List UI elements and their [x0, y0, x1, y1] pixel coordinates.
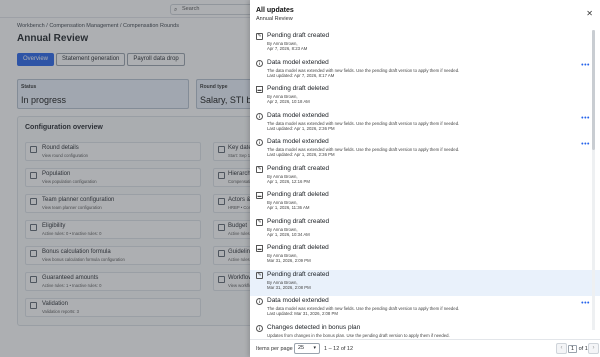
- update-timestamp: Apr 1, 2026, 11:36 AM: [267, 205, 310, 210]
- info-icon: i: [256, 298, 263, 305]
- more-options-icon[interactable]: •••: [581, 115, 590, 122]
- page-number: 1: [568, 345, 578, 353]
- update-item: ✎ Pending draft created By Anna Brown, Mar …: [250, 269, 600, 296]
- update-item: i Changes detected in bonus plan Updates f…: [250, 323, 600, 340]
- update-item: i Data model extended The data model was e…: [250, 296, 600, 323]
- update-heading: Pending draft deleted: [267, 244, 329, 251]
- update-timestamp: Apr 1, 2026, 12:16 PM: [267, 178, 310, 184]
- update-timestamp: Mar 31, 2026, 2:09 PM: [267, 258, 311, 263]
- scrollbar[interactable]: [592, 30, 595, 330]
- chevron-down-icon: ▾: [313, 345, 316, 351]
- update-heading: Data model extended: [267, 138, 329, 145]
- next-page-button[interactable]: ›: [588, 343, 599, 354]
- info-icon: i: [256, 112, 263, 120]
- update-item: ▬ Pending draft deleted By Anna Brown, Apr …: [250, 84, 600, 111]
- edit-icon: ✎: [256, 271, 263, 279]
- page-indicator: 1 of 1: [568, 345, 588, 353]
- more-options-icon[interactable]: •••: [581, 62, 590, 69]
- update-heading: Data model extended: [267, 58, 329, 66]
- update-item: ▬ Pending draft deleted By Anna Brown, Mar …: [250, 243, 600, 270]
- edit-icon: ✎: [256, 218, 263, 226]
- trash-icon: ▬: [256, 245, 263, 252]
- update-item: i Data model extended The data model was e…: [250, 137, 600, 164]
- updates-list: ✎ Pending draft created By Anna Brown, Apr …: [250, 30, 600, 339]
- update-heading: Pending draft created: [267, 217, 330, 225]
- chevron-left-icon: ‹: [560, 345, 563, 351]
- trash-icon: ▬: [256, 192, 263, 199]
- panel-title: All updates: [256, 7, 294, 14]
- items-per-page-label: Items per page: [256, 346, 293, 352]
- update-timestamp: Mar 31, 2026, 2:08 PM: [267, 284, 311, 290]
- items-per-page-select[interactable]: 25 ▾: [294, 343, 320, 354]
- update-heading: Pending draft created: [267, 164, 330, 172]
- prev-page-button[interactable]: ‹: [556, 343, 567, 354]
- update-timestamp: Last updated: Apr 1, 2026, 2:36 PM: [267, 125, 335, 131]
- item-range: 1 – 12 of 12: [324, 346, 354, 352]
- close-icon[interactable]: ✕: [586, 9, 593, 18]
- update-heading: Pending draft created: [267, 32, 330, 39]
- update-heading: Pending draft created: [267, 270, 330, 278]
- update-timestamp: Apr 2, 2026, 10:18 AM: [267, 99, 310, 104]
- page-total: of 1: [578, 346, 588, 352]
- items-per-page-value: 25: [298, 345, 305, 351]
- update-heading: Data model extended: [267, 297, 329, 304]
- update-item: i Data model extended The data model was e…: [250, 111, 600, 138]
- update-heading: Data model extended: [267, 111, 329, 119]
- chevron-right-icon: ›: [592, 345, 595, 351]
- update-heading: Pending draft deleted: [267, 191, 329, 198]
- update-timestamp: Last updated: Apr 7, 2026, 8:17 AM: [267, 72, 335, 78]
- update-timestamp: Last updated: Apr 1, 2026, 2:36 PM: [267, 152, 335, 157]
- modal-overlay[interactable]: [0, 0, 250, 357]
- info-icon: i: [256, 59, 263, 67]
- more-options-icon[interactable]: •••: [581, 300, 590, 307]
- update-timestamp: Last updated: Mar 31, 2026, 2:08 PM: [267, 311, 338, 316]
- edit-icon: ✎: [256, 165, 263, 173]
- update-item: ✎ Pending draft created By Anna Brown, Apr …: [250, 164, 600, 191]
- more-options-icon[interactable]: •••: [581, 141, 590, 148]
- update-item: i Data model extended The data model was e…: [250, 58, 600, 85]
- update-item: ✎ Pending draft created By Anna Brown, Apr …: [250, 217, 600, 244]
- info-icon: i: [256, 139, 263, 146]
- update-timestamp: Apr 1, 2026, 10:34 AM: [267, 231, 310, 237]
- update-heading: Changes detected in bonus plan: [267, 323, 361, 331]
- trash-icon: ▬: [256, 86, 263, 93]
- update-detail: Updates from changes in the bonus plan. …: [267, 332, 450, 338]
- update-item: ✎ Pending draft created By Anna Brown, Apr …: [250, 31, 600, 58]
- update-timestamp: Apr 7, 2026, 8:23 AM: [267, 46, 308, 51]
- edit-icon: ✎: [256, 33, 263, 40]
- panel-subtitle: Annual Review: [256, 16, 293, 22]
- pagination-footer: Items per page 25 ▾ 1 – 12 of 12 ‹ 1 of …: [250, 339, 600, 357]
- updates-panel: All updates Annual Review ✕ ✎ Pending dra…: [250, 0, 600, 357]
- scrollbar-thumb[interactable]: [592, 30, 595, 150]
- update-heading: Pending draft deleted: [267, 85, 329, 92]
- update-item: ▬ Pending draft deleted By Anna Brown, Apr …: [250, 190, 600, 217]
- info-icon: i: [256, 324, 263, 332]
